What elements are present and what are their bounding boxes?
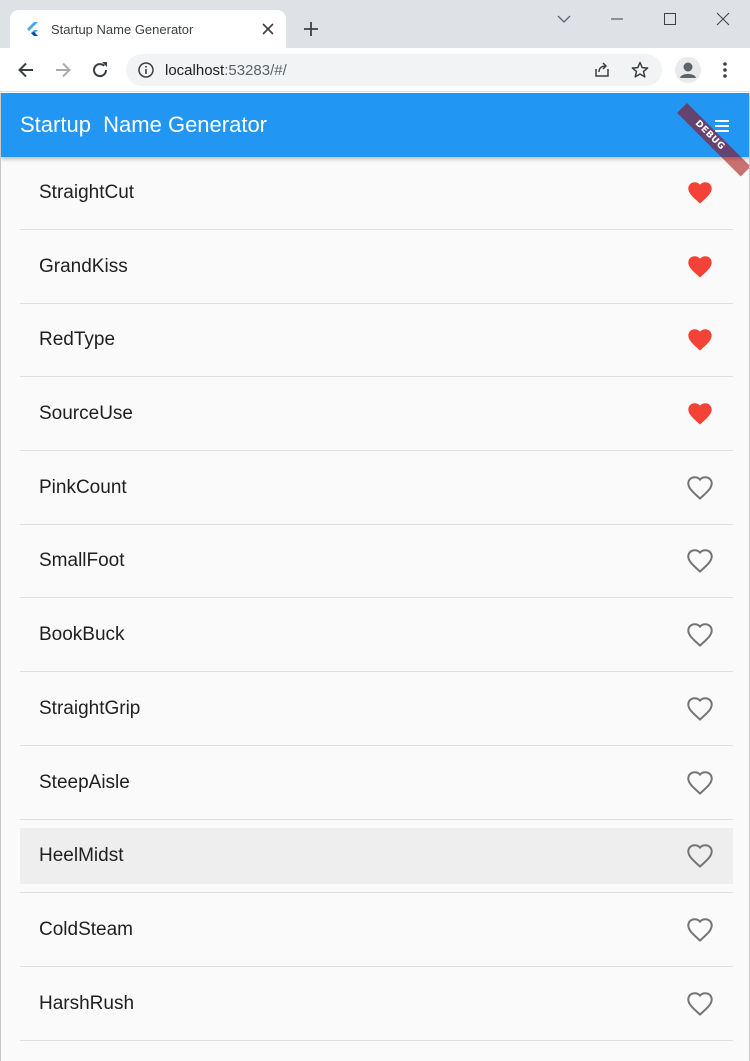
word-pair-label: SmallFoot [39,550,125,572]
tab-strip: Startup Name Generator [0,0,750,48]
list-item[interactable]: ColdSteam [20,902,733,976]
back-arrow-icon[interactable] [14,58,38,82]
list-item[interactable]: RedType [20,312,733,386]
close-window-icon[interactable] [712,8,734,30]
url-host: localhost [165,62,225,79]
list-item[interactable]: SteepAisle [20,755,733,829]
list-divider [20,892,733,894]
app-bar: Startup Name Generator [1,93,749,157]
word-pair-label: ColdSteam [39,918,133,940]
word-pair-label: SourceUse [39,403,133,425]
list-divider [20,744,733,746]
list-divider [20,302,733,304]
list-tile[interactable]: HeelMidst [20,828,733,885]
favorite-border-heart-icon[interactable] [686,621,714,649]
list-tile[interactable]: GrandKiss [20,239,733,295]
word-pair-label: PinkCount [39,476,127,498]
list-divider [20,229,733,230]
profile-avatar-icon[interactable] [675,57,701,83]
list-tile[interactable]: StraightGrip [20,681,733,737]
new-tab-icon[interactable] [300,18,322,40]
url-text: localhost:53283/#/ [165,62,287,79]
list-item[interactable]: HarshRush [20,976,733,1050]
tab-title: Startup Name Generator [51,22,194,37]
list-item[interactable]: StraightCut [20,165,733,239]
bookmark-star-icon[interactable] [630,60,650,80]
maximize-icon[interactable] [659,8,681,30]
word-pair-label: RedType [39,329,116,351]
list-divider [20,523,733,525]
site-info-icon[interactable] [136,60,156,80]
favorite-heart-icon[interactable] [686,326,714,354]
word-pair-label: BookBuck [39,624,125,646]
list-tile[interactable]: RedType [20,312,733,368]
word-pair-label: GrandKiss [39,255,128,277]
list-divider [20,671,733,673]
favorite-border-heart-icon[interactable] [686,474,714,502]
list-divider [20,450,733,452]
word-pair-label: SteepAisle [39,771,130,793]
list-divider [20,965,733,967]
favorite-border-heart-icon[interactable] [686,990,714,1018]
list-item[interactable]: PinkCount [20,460,733,534]
list-tile[interactable]: SourceUse [20,386,733,442]
list-tile[interactable]: PinkCount [20,460,733,516]
browser-tab[interactable]: Startup Name Generator [10,10,286,48]
favorite-border-heart-icon[interactable] [686,769,714,797]
favorite-border-heart-icon[interactable] [686,916,714,944]
favorite-heart-icon[interactable] [686,179,714,207]
favorite-border-heart-icon[interactable] [686,547,714,575]
list-tile[interactable]: HarshRush [20,976,733,1032]
word-pair-label: HeelMidst [39,845,124,867]
tab-search-chevron-icon[interactable] [553,8,575,30]
reload-icon[interactable] [88,58,112,82]
list-item[interactable]: HeelMidst [20,828,733,902]
app-viewport: Startup Name Generator DEBUG StraightCut… [0,93,750,1061]
address-bar[interactable]: localhost:53283/#/ [126,54,662,86]
word-pair-label: StraightGrip [39,697,141,719]
list-item[interactable]: BookBuck [20,607,733,681]
forward-arrow-icon[interactable] [51,58,75,82]
list-tile[interactable]: ColdSteam [20,902,733,958]
browser-toolbar: localhost:53283/#/ [0,48,750,92]
list-tile[interactable]: BookBuck [20,607,733,663]
favorite-heart-icon[interactable] [686,253,714,281]
list-item[interactable]: SmallFoot [20,533,733,607]
flutter-logo-icon [26,22,40,38]
favorite-heart-icon[interactable] [686,400,714,428]
list-tile[interactable]: SmallFoot [20,533,733,589]
list-item[interactable]: GrandKiss [20,239,733,313]
word-pair-list: StraightCut GrandKiss RedType SourceUse Pink… [20,165,733,1049]
browser-menu-icon[interactable] [713,58,737,82]
url-path: :53283/#/ [224,62,287,79]
list-divider [20,597,733,599]
list-divider [20,376,733,378]
close-tab-icon[interactable] [259,20,277,38]
list-item[interactable]: StraightGrip [20,681,733,755]
list-item[interactable]: SourceUse [20,386,733,460]
page-title: Startup Name Generator [20,112,268,137]
list-tile[interactable]: SteepAisle [20,755,733,811]
word-pair-label: HarshRush [39,992,135,1014]
list-tile[interactable]: StraightCut [20,165,733,221]
list-divider [20,818,733,820]
list-divider [20,1039,733,1041]
minimize-icon[interactable] [606,8,628,30]
favorite-border-heart-icon[interactable] [686,695,714,723]
favorite-border-heart-icon[interactable] [686,842,714,870]
word-pair-label: StraightCut [39,182,135,203]
share-icon[interactable] [592,60,612,80]
